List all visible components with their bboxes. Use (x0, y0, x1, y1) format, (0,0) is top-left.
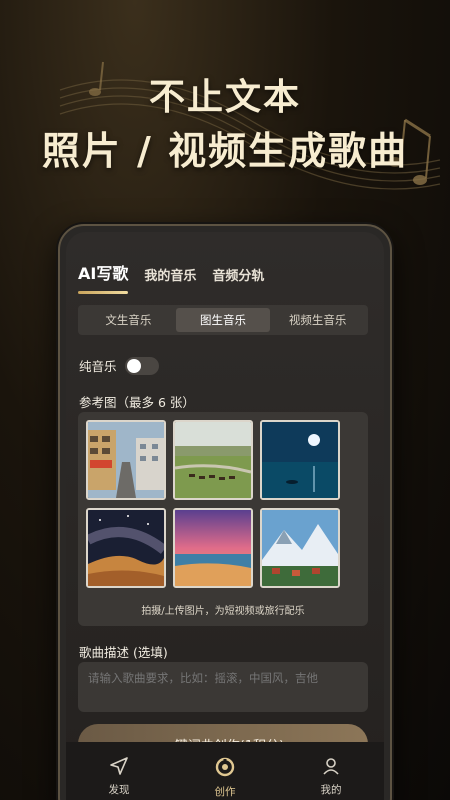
toggle-knob (126, 358, 141, 373)
mode-text-to-music[interactable]: 文生音乐 (81, 308, 176, 332)
reference-caption: 拍摄/上传图片，为短视频或旅行配乐 (141, 606, 305, 617)
headline-line2: 照片 / 视频生成歌曲 (41, 129, 409, 173)
tab-audio-split[interactable]: 音频分轨 (212, 265, 264, 284)
tab-ai-write[interactable]: AI写歌 (78, 260, 129, 294)
description-title: 歌曲描述 (选填) (79, 645, 168, 660)
reference-image-panel: 拍摄/上传图片，为短视频或旅行配乐 (78, 412, 368, 626)
thumb-city-street[interactable] (86, 420, 166, 500)
nav-profile-label: 我的 (320, 784, 342, 796)
pure-music-row: 纯音乐 (79, 356, 159, 375)
bottom-nav: 发现 创作 我的 (66, 742, 384, 800)
nav-profile[interactable]: 我的 (291, 756, 371, 800)
user-icon (323, 758, 339, 775)
phone-frame: AI写歌 我的音乐 音频分轨 文生音乐 图生音乐 视频生音乐 纯音乐 参考图（最… (58, 224, 392, 800)
mode-segmented-control: 文生音乐 图生音乐 视频生音乐 (78, 305, 368, 335)
reference-title: 参考图（最多 6 张） (79, 395, 195, 410)
pure-music-label: 纯音乐 (79, 359, 117, 374)
create-icon (215, 757, 235, 777)
app-screen: AI写歌 我的音乐 音频分轨 文生音乐 图生音乐 视频生音乐 纯音乐 参考图（最… (66, 232, 384, 800)
pure-music-toggle[interactable] (124, 356, 159, 375)
send-icon (110, 757, 128, 775)
nav-discover[interactable]: 发现 (79, 756, 159, 800)
thumb-grassland-horses[interactable] (173, 420, 253, 500)
top-tabs: AI写歌 我的音乐 音频分轨 (78, 260, 264, 294)
nav-create[interactable]: 创作 (185, 756, 265, 800)
headline-line1: 不止文本 (148, 77, 301, 118)
mode-image-to-music[interactable]: 图生音乐 (175, 308, 271, 332)
thumb-snow-mountain[interactable] (260, 508, 340, 588)
song-description-input[interactable] (78, 662, 368, 712)
mode-video-to-music[interactable]: 视频生音乐 (270, 308, 365, 332)
tab-my-music[interactable]: 我的音乐 (144, 265, 196, 284)
thumb-desert-milky-way[interactable] (86, 508, 166, 588)
thumb-night-lake[interactable] (260, 420, 340, 500)
thumb-sunset-beach[interactable] (173, 508, 253, 588)
nav-discover-label: 发现 (108, 784, 130, 796)
nav-create-label: 创作 (214, 786, 236, 798)
